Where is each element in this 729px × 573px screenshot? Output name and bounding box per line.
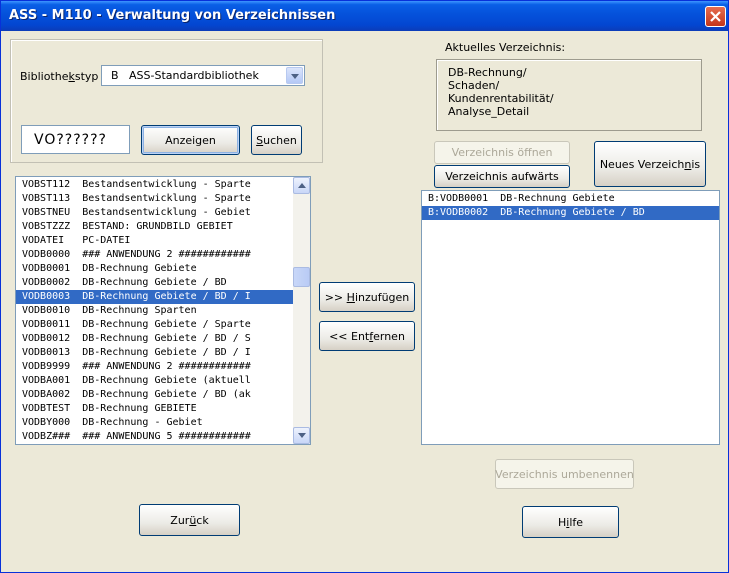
source-list-item[interactable]: VODB0003 DB-Rechnung Gebiete / BD / I bbox=[16, 290, 295, 304]
source-list-item[interactable]: VODBA002 DB-Rechnung Gebiete / BD (ak bbox=[16, 388, 295, 402]
source-list-item[interactable]: VODBA001 DB-Rechnung Gebiete (aktuell bbox=[16, 374, 295, 388]
source-list-item[interactable]: VOBST113 Bestandsentwicklung - Sparte bbox=[16, 192, 295, 206]
show-button[interactable]: Anzeigen bbox=[141, 125, 240, 155]
source-list-item[interactable]: VODB0013 DB-Rechnung Gebiete / BD / I bbox=[16, 346, 295, 360]
library-type-dropdown[interactable]: B ASS-Standardbibliothek bbox=[101, 65, 305, 86]
current-directory-label: Aktuelles Verzeichnis: bbox=[445, 41, 566, 54]
source-list-item[interactable]: VODB0002 DB-Rechnung Gebiete / BD bbox=[16, 276, 295, 290]
directory-up-label: Verzeichnis aufwärts bbox=[445, 170, 559, 183]
source-list-item[interactable]: VODBZ### ### ANWENDUNG 5 ############ bbox=[16, 430, 295, 444]
scroll-down-button[interactable] bbox=[293, 427, 310, 444]
rename-directory-label: Verzeichnis umbenennen bbox=[495, 467, 634, 481]
remove-button-label: << Entfernen bbox=[329, 329, 405, 343]
source-list-item[interactable]: VOBST112 Bestandsentwicklung - Sparte bbox=[16, 178, 295, 192]
source-list[interactable]: VOBST112 Bestandsentwicklung - Sparte VOB… bbox=[15, 176, 311, 445]
arrow-up-icon bbox=[298, 183, 306, 188]
add-button-label: >> Hinzufügen bbox=[324, 290, 410, 304]
target-list[interactable]: B:VODB0001 DB-Rechnung Gebiete B:VODB0002… bbox=[421, 190, 720, 445]
source-list-item[interactable]: VODB9999 ### ANWENDUNG 2 ############ bbox=[16, 360, 295, 374]
source-list-item[interactable]: VODBY000 DB-Rechnung - Gebiet bbox=[16, 416, 295, 430]
close-icon bbox=[710, 11, 721, 22]
open-directory-label: Verzeichnis öffnen bbox=[451, 146, 553, 159]
source-list-item[interactable]: VODB0010 DB-Rechnung Sparten bbox=[16, 304, 295, 318]
back-button-label: Zurück bbox=[170, 513, 209, 527]
source-list-item[interactable]: VODB0011 DB-Rechnung Gebiete / Sparte bbox=[16, 318, 295, 332]
current-directory-line: Analyse_Detail bbox=[448, 105, 530, 118]
current-directory-box: DB-Rechnung/ Schaden/ Kundenrentabilität… bbox=[436, 59, 702, 131]
help-button[interactable]: Hilfe bbox=[522, 506, 619, 538]
title-bar[interactable]: ASS - M110 - Verwaltung von Verzeichniss… bbox=[1, 1, 728, 31]
source-list-item[interactable]: VOBSTZZZ BESTAND: GRUNDBILD GEBIET bbox=[16, 220, 295, 234]
chevron-down-icon bbox=[291, 74, 299, 79]
source-list-scrollbar[interactable] bbox=[293, 177, 310, 444]
search-pattern-value: VO?????? bbox=[34, 132, 107, 148]
close-button[interactable] bbox=[705, 6, 726, 27]
source-list-item[interactable]: VODB0000 ### ANWENDUNG 2 ############ bbox=[16, 248, 295, 262]
show-button-label: Anzeigen bbox=[165, 133, 216, 147]
dialog-window: ASS - M110 - Verwaltung von Verzeichniss… bbox=[0, 0, 729, 573]
rename-directory-button[interactable]: Verzeichnis umbenennen bbox=[495, 459, 634, 489]
back-button[interactable]: Zurück bbox=[139, 504, 240, 536]
current-directory-line: Kundenrentabilität/ bbox=[448, 92, 554, 105]
target-list-item[interactable]: B:VODB0001 DB-Rechnung Gebiete bbox=[422, 192, 719, 206]
library-type-label: Bibliothekstyp bbox=[20, 70, 99, 83]
window-title: ASS - M110 - Verwaltung von Verzeichniss… bbox=[9, 8, 336, 23]
source-list-item[interactable]: VODBTEST DB-Rechnung GEBIETE bbox=[16, 402, 295, 416]
new-directory-label: Neues Verzeichnis bbox=[599, 157, 701, 171]
scroll-up-button[interactable] bbox=[293, 177, 310, 194]
scroll-thumb[interactable] bbox=[293, 267, 310, 287]
source-list-item[interactable]: VODATEI PC-DATEI bbox=[16, 234, 295, 248]
library-type-value: B ASS-Standardbibliothek bbox=[111, 69, 259, 82]
search-button[interactable]: Suchen bbox=[251, 125, 302, 155]
current-directory-line: Schaden/ bbox=[448, 79, 500, 92]
current-directory-line: DB-Rechnung/ bbox=[448, 66, 527, 79]
add-button[interactable]: >> Hinzufügen bbox=[319, 282, 415, 312]
target-list-item[interactable]: B:VODB0002 DB-Rechnung Gebiete / BD bbox=[422, 206, 719, 220]
search-pattern-input[interactable]: VO?????? bbox=[21, 125, 130, 154]
search-button-label: Suchen bbox=[256, 133, 297, 147]
help-button-label: Hilfe bbox=[557, 515, 584, 529]
directory-up-button[interactable]: Verzeichnis aufwärts bbox=[434, 165, 570, 188]
open-directory-button[interactable]: Verzeichnis öffnen bbox=[434, 141, 570, 164]
new-directory-button[interactable]: Neues Verzeichnis bbox=[594, 141, 706, 187]
dropdown-button[interactable] bbox=[286, 67, 303, 84]
source-list-item[interactable]: VODB0001 DB-Rechnung Gebiete bbox=[16, 262, 295, 276]
source-list-item[interactable]: VODB0012 DB-Rechnung Gebiete / BD / S bbox=[16, 332, 295, 346]
source-list-item[interactable]: VOBSTNEU Bestandsentwicklung - Gebiet bbox=[16, 206, 295, 220]
remove-button[interactable]: << Entfernen bbox=[319, 321, 415, 351]
arrow-down-icon bbox=[298, 433, 306, 438]
